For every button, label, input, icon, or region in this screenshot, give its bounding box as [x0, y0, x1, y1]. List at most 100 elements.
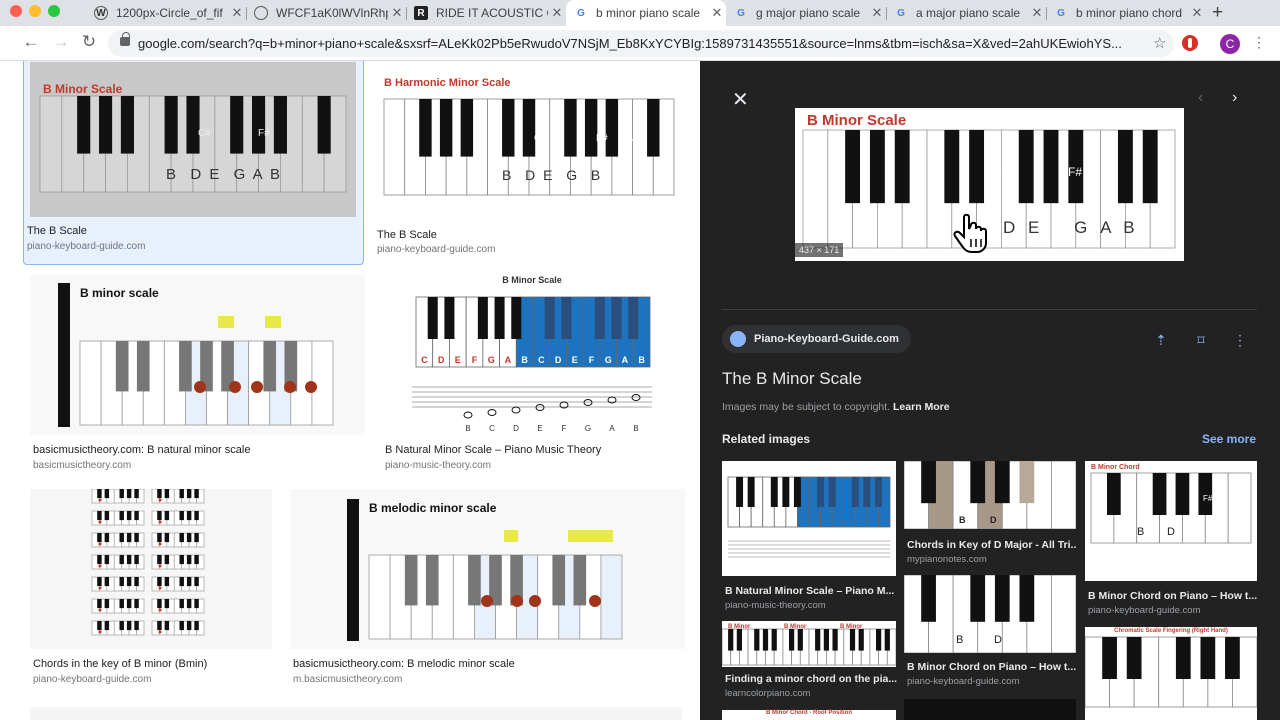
- black-key: [552, 555, 566, 606]
- related-image-card[interactable]: B Minor Chord B D F# B Minor Chord on Pian…: [1085, 461, 1257, 621]
- chrome-menu-icon[interactable]: ⋮: [1252, 34, 1266, 51]
- learn-more-link[interactable]: Learn More: [893, 401, 950, 413]
- result-thumbnail[interactable]: B Minor Scale CDEFGABCDEFGABBCDEFGAB: [382, 275, 682, 435]
- related-image-card[interactable]: B Minor B Minor B Minor Finding a minor ch…: [722, 621, 897, 701]
- result-source[interactable]: basicmusictheory.com: [33, 460, 131, 471]
- black-key: [863, 477, 871, 507]
- back-icon[interactable]: ←: [20, 32, 42, 52]
- related-source[interactable]: learncolorpiano.com: [725, 688, 811, 699]
- bookmark-star-icon[interactable]: ☆: [1153, 34, 1166, 52]
- result-card[interactable]: C# F# A# B Harmonic Minor Scale B D E G B …: [374, 61, 684, 261]
- related-caption[interactable]: Chords in Key of D Major - All Tri...: [907, 539, 1077, 551]
- see-more-link[interactable]: See more: [1202, 432, 1256, 446]
- black-key: [419, 99, 432, 157]
- result-source[interactable]: piano-keyboard-guide.com: [27, 241, 145, 252]
- related-caption[interactable]: B Natural Minor Scale – Piano M...: [725, 585, 897, 597]
- tab-1[interactable]: W 1200px-Circle_of_fif ✕: [86, 0, 246, 26]
- more-options-icon[interactable]: ⋮: [1227, 327, 1253, 353]
- black-key: [119, 577, 124, 587]
- result-card-partial[interactable]: [30, 707, 682, 720]
- black-key: [179, 511, 184, 521]
- result-thumbnail[interactable]: B melodic minor scale: [290, 489, 685, 649]
- related-caption[interactable]: B Minor Chord on Piano – How t...: [1088, 590, 1258, 602]
- related-thumbnail[interactable]: [722, 461, 896, 576]
- close-tab-icon[interactable]: ✕: [388, 5, 406, 21]
- key-letter: E: [455, 355, 461, 365]
- close-tab-icon[interactable]: ✕: [548, 5, 566, 21]
- related-image-card[interactable]: B Natural Minor Scale – Piano M... piano…: [722, 461, 896, 616]
- result-source[interactable]: m.basicmusictheory.com: [293, 674, 402, 685]
- chevron-right-icon[interactable]: ›: [1232, 89, 1237, 107]
- related-source[interactable]: piano-keyboard-guide.com: [1088, 605, 1200, 616]
- result-caption[interactable]: basicmusictheory.com: B natural minor sc…: [33, 444, 250, 456]
- result-card[interactable]: Chords in the key of B minor (Bmin) pian…: [30, 489, 272, 689]
- share-icon[interactable]: ⇡: [1148, 327, 1174, 353]
- close-window-dot[interactable]: [10, 5, 22, 17]
- result-thumbnail[interactable]: C# F# B Minor Scale B D E G A B: [30, 62, 356, 217]
- result-card[interactable]: B melodic minor scale basicmusictheory.c…: [290, 489, 685, 689]
- staff-letter: C: [489, 424, 495, 433]
- piano-keyboard-image: BD: [904, 575, 1076, 653]
- result-caption[interactable]: B Natural Minor Scale – Piano Music Theo…: [385, 444, 601, 456]
- black-key: [317, 96, 331, 154]
- reload-icon[interactable]: ↻: [78, 32, 100, 52]
- related-thumbnail[interactable]: BD: [904, 461, 1076, 529]
- result-card[interactable]: C# F# B Minor Scale B D E G A B The B Sca…: [23, 61, 364, 265]
- tab-4[interactable]: G b minor piano scale ✕: [566, 0, 726, 26]
- related-thumbnail[interactable]: B Minor B Minor B Minor: [722, 621, 896, 667]
- related-image-card-partial[interactable]: [904, 699, 1076, 720]
- related-source[interactable]: piano-music-theory.com: [725, 600, 826, 611]
- close-tab-icon[interactable]: ✕: [868, 5, 886, 21]
- black-key: [179, 341, 192, 392]
- related-image-card-partial[interactable]: B Minor Chord - Root Position: [722, 710, 896, 720]
- tab-7[interactable]: G b minor piano chord ✕: [1046, 0, 1206, 26]
- extension-icon[interactable]: [1182, 35, 1198, 51]
- black-key: [97, 489, 102, 499]
- related-caption[interactable]: B Minor Chord on Piano – How t...: [907, 661, 1077, 673]
- close-icon[interactable]: ✕: [732, 87, 749, 112]
- result-thumbnail[interactable]: C# F# A# B Harmonic Minor Scale B D E G B: [374, 61, 682, 219]
- related-thumbnail[interactable]: BD: [904, 575, 1076, 653]
- result-source[interactable]: piano-music-theory.com: [385, 460, 491, 471]
- related-image-card[interactable]: BD B Minor Chord on Piano – How t... pia…: [904, 575, 1076, 695]
- related-caption[interactable]: Finding a minor chord on the pia...: [725, 673, 897, 685]
- preview-image[interactable]: C# F# B Minor Scale D E G A B: [795, 108, 1184, 261]
- staff-note: [583, 399, 593, 406]
- new-tab-button[interactable]: +: [1212, 2, 1223, 24]
- bookmark-icon[interactable]: ⌑: [1188, 327, 1214, 353]
- black-key: [797, 629, 803, 651]
- black-key: [119, 621, 124, 631]
- tab-6[interactable]: G a major piano scale ✕: [886, 0, 1046, 26]
- result-source[interactable]: piano-keyboard-guide.com: [377, 244, 495, 255]
- address-bar[interactable]: google.com/search?q=b+minor+piano+scale&…: [108, 30, 1174, 57]
- result-card[interactable]: B Minor Scale CDEFGABCDEFGABBCDEFGAB B N…: [382, 275, 682, 475]
- tab-2[interactable]: WFCF1aK0lWVlnRhp ✕: [246, 0, 406, 26]
- close-tab-icon[interactable]: ✕: [1028, 5, 1046, 21]
- related-thumbnail[interactable]: B Minor Chord B D F#: [1085, 461, 1257, 581]
- maximize-window-dot[interactable]: [48, 5, 60, 17]
- result-caption[interactable]: The B Scale: [377, 229, 437, 241]
- result-caption[interactable]: Chords in the key of B minor (Bmin): [33, 658, 207, 670]
- result-thumbnail[interactable]: [30, 489, 272, 649]
- profile-avatar[interactable]: C: [1220, 34, 1240, 54]
- close-tab-icon[interactable]: ✕: [1188, 5, 1206, 21]
- tab-5[interactable]: G g major piano scale ✕: [726, 0, 886, 26]
- related-source[interactable]: mypianonotes.com: [907, 554, 987, 565]
- close-tab-icon[interactable]: ✕: [228, 5, 246, 21]
- result-thumbnail[interactable]: B minor scale: [30, 275, 365, 435]
- result-caption[interactable]: basicmusictheory.com: B melodic minor sc…: [293, 658, 515, 670]
- minimize-window-dot[interactable]: [29, 5, 41, 17]
- result-source[interactable]: piano-keyboard-guide.com: [33, 674, 151, 685]
- related-thumbnail[interactable]: Chromatic Scale Fingering (Right Hand): [1085, 627, 1257, 720]
- related-source[interactable]: piano-keyboard-guide.com: [907, 676, 1019, 687]
- forward-icon[interactable]: →: [50, 32, 72, 52]
- related-image-card[interactable]: Chromatic Scale Fingering (Right Hand): [1085, 627, 1257, 720]
- result-card[interactable]: B minor scale basicmusictheory.com: B na…: [30, 275, 365, 475]
- result-caption[interactable]: The B Scale: [27, 225, 87, 237]
- page-title[interactable]: The B Minor Scale: [722, 369, 862, 389]
- related-image-card[interactable]: BD Chords in Key of D Major - All Tri...…: [904, 461, 1077, 571]
- close-tab-icon[interactable]: ✕: [708, 5, 726, 21]
- source-site-chip[interactable]: Piano-Keyboard-Guide.com: [722, 325, 911, 353]
- chevron-left-icon[interactable]: ‹: [1198, 89, 1203, 107]
- tab-3[interactable]: R RIDE IT ACOUSTIC C ✕: [406, 0, 566, 26]
